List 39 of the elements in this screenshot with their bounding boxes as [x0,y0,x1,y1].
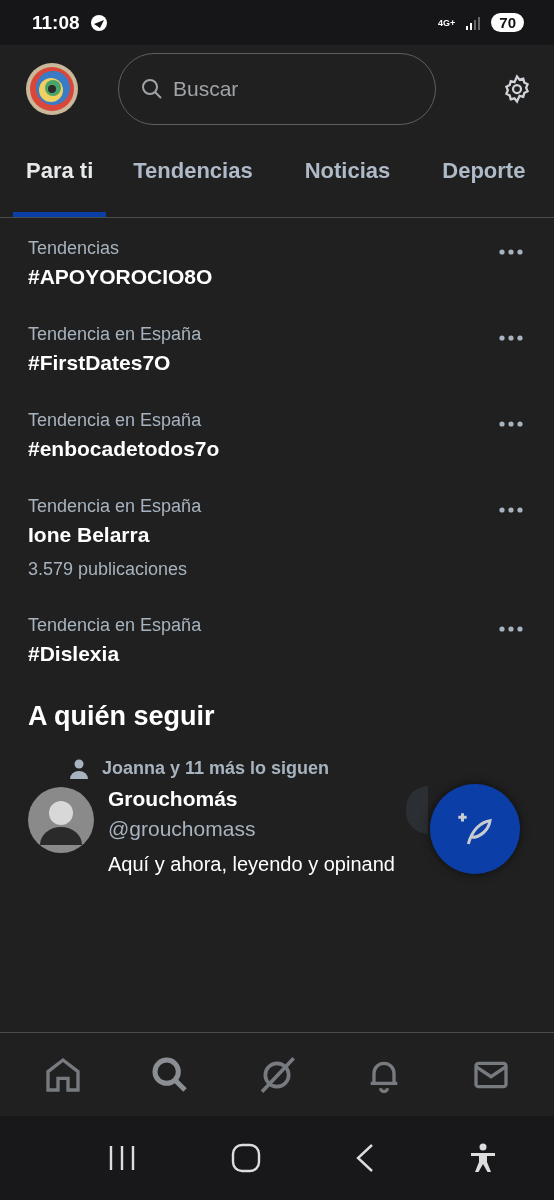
recent-apps-button[interactable] [107,1144,137,1172]
accessibility-button[interactable] [469,1143,497,1173]
signal-icon [465,14,482,31]
user-bio: Aquí y ahora, leyendo y opinand [108,853,395,876]
settings-icon[interactable] [502,73,532,104]
tab[interactable]: Noticias [291,125,404,217]
app-notification-icon [89,13,108,32]
status-time: 11:08 [32,11,80,34]
back-button[interactable] [355,1143,375,1173]
trend-title[interactable]: #Dislexia [28,642,202,666]
trend-title[interactable]: Ione Belarra [28,523,202,547]
user-name[interactable]: Grouchomás [108,787,395,811]
battery-level: 70 [491,13,524,32]
network-type: 4G+ [438,17,456,28]
more-icon[interactable] [498,506,524,514]
trend-context: Tendencia en España [28,324,202,345]
home-button[interactable] [231,1143,261,1173]
user-handle: @grouchomass [108,817,257,841]
section-heading: A quién seguir [27,700,216,732]
trend-title[interactable]: #FirstDates7O [28,351,202,375]
trend-title[interactable]: #APOYOROCIO8O [28,265,213,289]
post-count: 3.579 publicaciones [28,559,189,580]
trend-context: Tendencias [28,238,121,259]
person-icon [70,758,88,779]
more-icon[interactable] [498,625,524,633]
tab[interactable]: Deporte [429,125,539,217]
search-icon [140,76,164,101]
more-icon[interactable] [498,420,524,428]
more-icon[interactable] [498,334,524,342]
trend-context: Tendencia en España [28,615,202,636]
trend-context: Tendencia en España [28,496,202,517]
trend-title[interactable]: #enbocadetodos7o [28,437,220,461]
more-icon[interactable] [498,248,524,256]
tab[interactable]: Para ti [13,125,107,217]
trend-context: Tendencia en España [28,410,203,431]
social-context: Joanna y 11 más lo siguen [102,758,330,779]
search-field[interactable]: Buscar [118,52,436,125]
avatar-icon[interactable] [28,787,94,853]
tab[interactable]: Tendencias [120,125,266,217]
